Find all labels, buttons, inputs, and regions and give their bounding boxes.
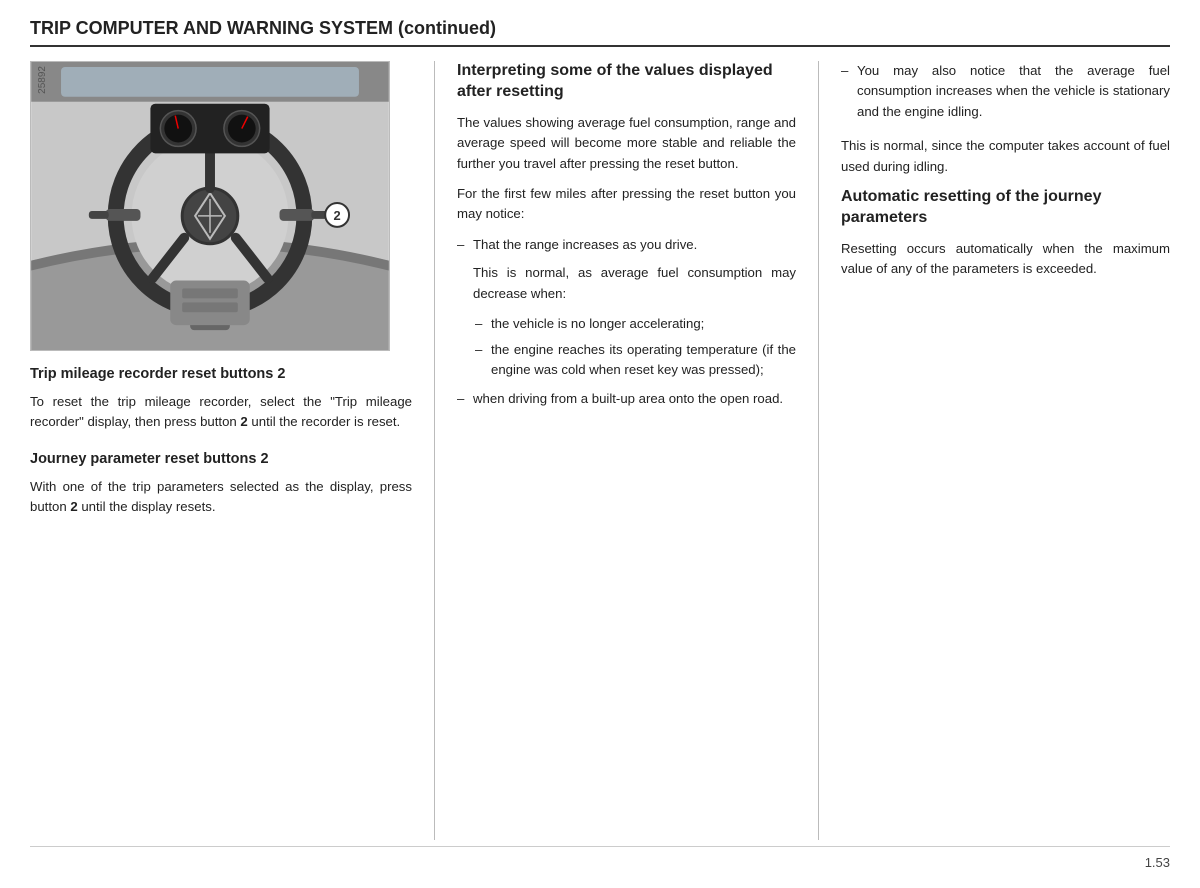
sub-bullet-2: – the engine reaches its operating tempe… (475, 340, 796, 381)
content-area: 25892 (30, 61, 1170, 840)
journey-param-heading: Journey parameter reset buttons 2 (30, 450, 412, 470)
car-interior-image: 25892 (30, 61, 390, 351)
trip-mileage-heading: Trip mileage recorder reset buttons 2 (30, 365, 412, 385)
svg-text:2: 2 (334, 208, 341, 223)
column-divider-2 (818, 61, 819, 840)
trip-mileage-bold: 2 (240, 414, 247, 429)
auto-reset-heading: Automatic resetting of the journey param… (841, 187, 1170, 229)
col3-bullet-fuel: – You may also notice that the average f… (841, 61, 1170, 122)
page-title: TRIP COMPUTER AND WARNING SYSTEM (contin… (30, 18, 1170, 47)
auto-reset-body: Resetting occurs automatically when the … (841, 239, 1170, 280)
col2-para2: For the first few miles after pressing t… (457, 184, 796, 225)
sub-bullets: – the vehicle is no longer accelerating;… (457, 314, 796, 380)
page-number: 1.53 (1145, 855, 1170, 870)
sub-bullet-1: – the vehicle is no longer accelerating; (475, 314, 796, 334)
bullet-range: – That the range increases as you drive. (457, 235, 796, 255)
column-3: – You may also notice that the average f… (823, 61, 1170, 840)
interpreting-heading: Interpreting some of the values displaye… (457, 61, 796, 103)
journey-param-body: With one of the trip parameters selected… (30, 477, 412, 518)
trip-mileage-body: To reset the trip mileage recorder, sele… (30, 392, 412, 433)
page-footer: 1.53 (30, 846, 1170, 870)
col2-para1: The values showing average fuel consumpt… (457, 113, 796, 174)
column-2: Interpreting some of the values displaye… (439, 61, 814, 840)
image-label: 25892 (37, 66, 48, 94)
bullet-road: – when driving from a built-up area onto… (457, 389, 796, 409)
journey-param-bold: 2 (70, 499, 77, 514)
sub-para-1: This is normal, as average fuel consumpt… (473, 263, 796, 304)
col3-normal-text: This is normal, since the computer takes… (841, 136, 1170, 177)
column-1: 25892 (30, 61, 430, 840)
column-divider-1 (434, 61, 435, 840)
